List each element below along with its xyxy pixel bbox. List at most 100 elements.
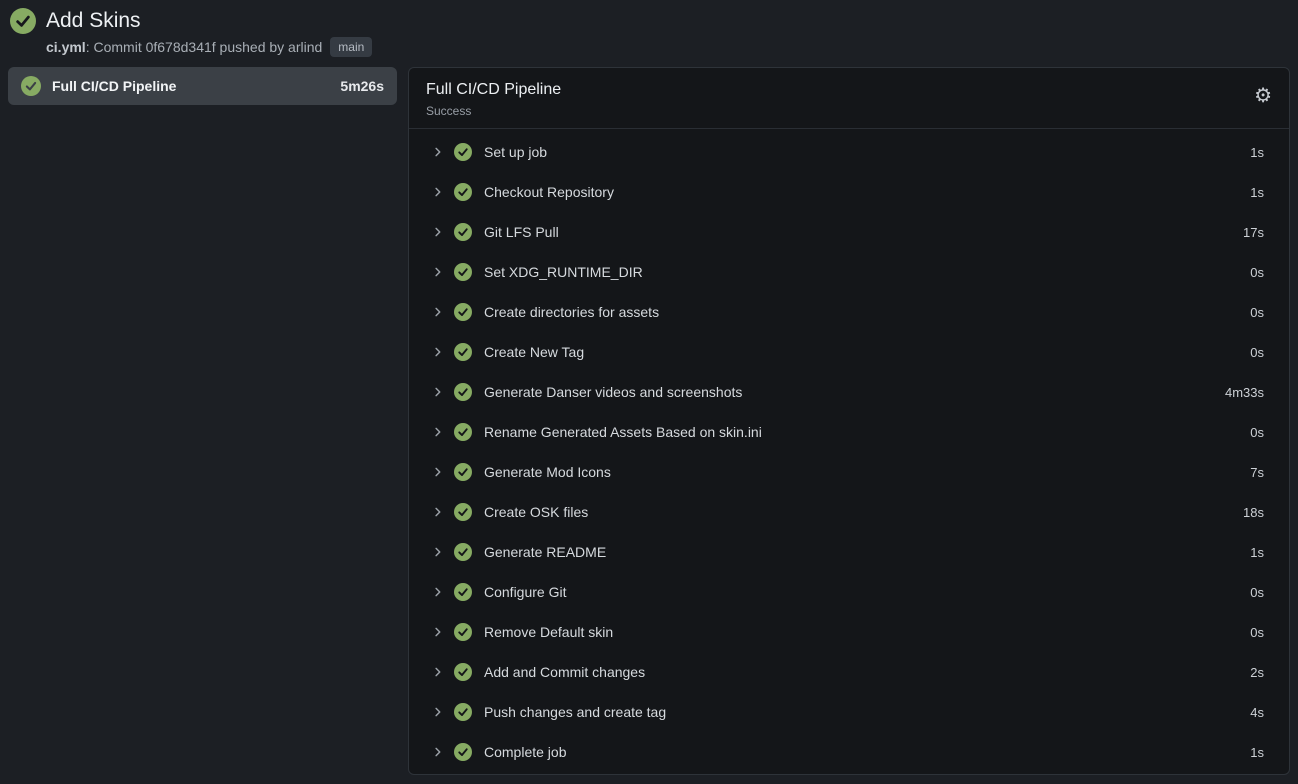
- job-detail-panel: Full CI/CD Pipeline Success ⚙ Set: [408, 67, 1290, 775]
- step-name: Add and Commit changes: [484, 664, 645, 680]
- step-success-check-icon: [454, 423, 472, 441]
- job-success-check-icon: [21, 76, 41, 96]
- step-success-check-icon: [454, 503, 472, 521]
- steps-list: Set up job 1s Checkout Repository 1s: [409, 129, 1289, 774]
- step-name: Complete job: [484, 744, 567, 760]
- step-duration: 1s: [1250, 145, 1264, 160]
- step-row[interactable]: Set up job 1s: [409, 132, 1289, 172]
- chevron-right-icon[interactable]: [432, 626, 444, 638]
- job-panel-header: Full CI/CD Pipeline Success ⚙: [409, 68, 1289, 129]
- step-duration: 0s: [1250, 265, 1264, 280]
- step-duration: 1s: [1250, 185, 1264, 200]
- commit-text: : Commit 0f678d341f pushed by arlind: [86, 39, 323, 55]
- gear-icon[interactable]: ⚙: [1254, 86, 1272, 106]
- job-panel-header-text: Full CI/CD Pipeline Success: [426, 80, 561, 118]
- step-row[interactable]: Push changes and create tag 4s: [409, 692, 1289, 732]
- step-success-check-icon: [454, 543, 472, 561]
- chevron-right-icon[interactable]: [432, 746, 444, 758]
- step-name: Rename Generated Assets Based on skin.in…: [484, 424, 762, 440]
- step-name: Create New Tag: [484, 344, 584, 360]
- step-duration: 0s: [1250, 345, 1264, 360]
- step-name: Generate Danser videos and screenshots: [484, 384, 742, 400]
- workflow-file-name: ci.yml: [46, 39, 86, 55]
- step-row[interactable]: Generate Mod Icons 7s: [409, 452, 1289, 492]
- step-name: Generate Mod Icons: [484, 464, 611, 480]
- step-success-check-icon: [454, 463, 472, 481]
- step-success-check-icon: [454, 623, 472, 641]
- step-name: Push changes and create tag: [484, 704, 666, 720]
- step-duration: 0s: [1250, 625, 1264, 640]
- step-duration: 17s: [1243, 225, 1264, 240]
- step-row[interactable]: Remove Default skin 0s: [409, 612, 1289, 652]
- job-panel-title: Full CI/CD Pipeline: [426, 80, 561, 100]
- chevron-right-icon[interactable]: [432, 506, 444, 518]
- step-row[interactable]: Checkout Repository 1s: [409, 172, 1289, 212]
- run-header-text: Add Skins ci.yml: Commit 0f678d341f push…: [46, 8, 372, 57]
- step-name: Create directories for assets: [484, 304, 659, 320]
- step-name: Set XDG_RUNTIME_DIR: [484, 264, 643, 280]
- run-header: Add Skins ci.yml: Commit 0f678d341f push…: [0, 0, 1298, 63]
- step-success-check-icon: [454, 303, 472, 321]
- chevron-right-icon[interactable]: [432, 466, 444, 478]
- chevron-right-icon[interactable]: [432, 306, 444, 318]
- chevron-right-icon[interactable]: [432, 346, 444, 358]
- step-success-check-icon: [454, 263, 472, 281]
- step-row[interactable]: Set XDG_RUNTIME_DIR 0s: [409, 252, 1289, 292]
- main-area: Full CI/CD Pipeline 5m26s Full CI/CD Pip…: [0, 63, 1298, 775]
- chevron-right-icon[interactable]: [432, 666, 444, 678]
- run-subtitle: ci.yml: Commit 0f678d341f pushed by arli…: [46, 37, 372, 57]
- jobs-sidebar: Full CI/CD Pipeline 5m26s: [8, 67, 397, 105]
- commit-message: ci.yml: Commit 0f678d341f pushed by arli…: [46, 39, 322, 55]
- job-duration: 5m26s: [340, 78, 384, 94]
- step-duration: 0s: [1250, 305, 1264, 320]
- step-duration: 7s: [1250, 465, 1264, 480]
- step-name: Configure Git: [484, 584, 566, 600]
- step-duration: 0s: [1250, 585, 1264, 600]
- step-duration: 4m33s: [1225, 385, 1264, 400]
- step-success-check-icon: [454, 223, 472, 241]
- step-duration: 1s: [1250, 745, 1264, 760]
- job-status-text: Success: [426, 104, 561, 118]
- step-success-check-icon: [454, 703, 472, 721]
- chevron-right-icon[interactable]: [432, 226, 444, 238]
- step-row[interactable]: Rename Generated Assets Based on skin.in…: [409, 412, 1289, 452]
- step-name: Remove Default skin: [484, 624, 613, 640]
- step-row[interactable]: Add and Commit changes 2s: [409, 652, 1289, 692]
- step-row[interactable]: Generate Danser videos and screenshots 4…: [409, 372, 1289, 412]
- branch-badge[interactable]: main: [330, 37, 372, 57]
- step-success-check-icon: [454, 343, 472, 361]
- step-success-check-icon: [454, 143, 472, 161]
- run-title: Add Skins: [46, 8, 372, 34]
- job-name: Full CI/CD Pipeline: [52, 78, 176, 94]
- chevron-right-icon[interactable]: [432, 266, 444, 278]
- success-check-icon: [10, 8, 36, 34]
- step-success-check-icon: [454, 383, 472, 401]
- chevron-right-icon[interactable]: [432, 186, 444, 198]
- step-success-check-icon: [454, 183, 472, 201]
- step-name: Create OSK files: [484, 504, 588, 520]
- chevron-right-icon[interactable]: [432, 386, 444, 398]
- chevron-right-icon[interactable]: [432, 586, 444, 598]
- step-duration: 2s: [1250, 665, 1264, 680]
- step-duration: 1s: [1250, 545, 1264, 560]
- step-row[interactable]: Configure Git 0s: [409, 572, 1289, 612]
- step-row[interactable]: Create directories for assets 0s: [409, 292, 1289, 332]
- step-row[interactable]: Complete job 1s: [409, 732, 1289, 772]
- chevron-right-icon[interactable]: [432, 426, 444, 438]
- step-duration: 18s: [1243, 505, 1264, 520]
- step-row[interactable]: Create New Tag 0s: [409, 332, 1289, 372]
- step-name: Git LFS Pull: [484, 224, 559, 240]
- step-success-check-icon: [454, 743, 472, 761]
- step-row[interactable]: Git LFS Pull 17s: [409, 212, 1289, 252]
- step-name: Set up job: [484, 144, 547, 160]
- step-duration: 4s: [1250, 705, 1264, 720]
- chevron-right-icon[interactable]: [432, 706, 444, 718]
- step-success-check-icon: [454, 583, 472, 601]
- chevron-right-icon[interactable]: [432, 546, 444, 558]
- step-name: Generate README: [484, 544, 606, 560]
- step-row[interactable]: Create OSK files 18s: [409, 492, 1289, 532]
- step-name: Checkout Repository: [484, 184, 614, 200]
- step-row[interactable]: Generate README 1s: [409, 532, 1289, 572]
- sidebar-job-item[interactable]: Full CI/CD Pipeline 5m26s: [8, 67, 397, 105]
- chevron-right-icon[interactable]: [432, 146, 444, 158]
